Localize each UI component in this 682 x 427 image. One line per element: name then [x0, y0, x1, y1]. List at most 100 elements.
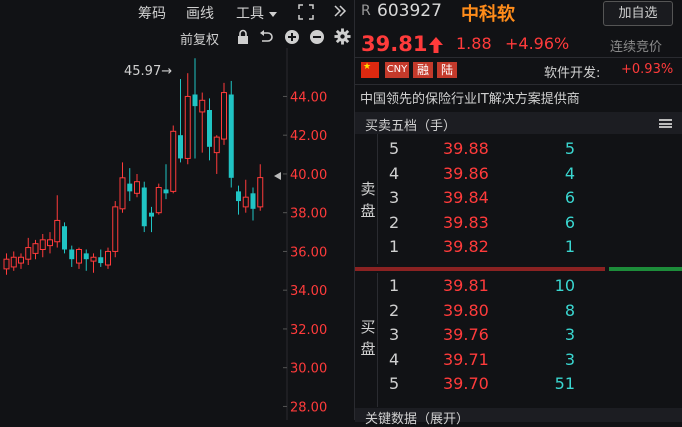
order-volume: 51	[554, 374, 575, 393]
undo-icon[interactable]	[258, 29, 274, 45]
buy-order-row[interactable]: 2 39.80 8	[355, 299, 682, 323]
tools-label: 工具	[236, 6, 264, 22]
candle-body[interactable]	[62, 226, 67, 250]
stock-connect-tag: 陆	[437, 62, 457, 78]
order-level: 4	[389, 163, 400, 183]
y-tick-label: 30.00	[290, 362, 327, 377]
candle-body[interactable]	[141, 187, 147, 227]
order-level: 2	[389, 212, 400, 232]
candle-body[interactable]	[54, 219, 61, 243]
candle-body[interactable]	[207, 110, 212, 147]
candle-body[interactable]	[184, 95, 191, 159]
candle-body[interactable]	[192, 94, 198, 107]
restore-rights-button[interactable]: 前复权	[180, 29, 219, 48]
draw-line-button[interactable]: 画线	[186, 3, 214, 23]
candle-body[interactable]	[250, 193, 256, 209]
order-level: 1	[389, 237, 400, 256]
candle-body[interactable]	[10, 256, 17, 268]
candle-body[interactable]	[18, 256, 24, 264]
candle-body[interactable]	[112, 206, 119, 252]
candle-body[interactable]	[105, 250, 111, 266]
expand-icon[interactable]	[297, 3, 315, 21]
chips-button[interactable]: 筹码	[138, 3, 166, 23]
sell-order-row[interactable]: 2 39.83 6	[355, 211, 682, 235]
candle-body[interactable]	[32, 243, 39, 254]
order-level: 1	[389, 276, 400, 295]
buy-order-row[interactable]: 4 39.71 3	[355, 348, 682, 372]
lock-icon[interactable]	[236, 29, 250, 45]
candle-body[interactable]	[213, 136, 220, 154]
kline-svg[interactable]: 44.00 42.00 40.00 38.00 36.00 34.00 32.00 30.00…	[0, 0, 353, 420]
high-price-label: 45.97→	[124, 64, 172, 79]
candle-body[interactable]	[90, 256, 97, 262]
orderbook-header[interactable]: 买卖五档（手）	[355, 112, 682, 134]
y-tick-label: 42.00	[290, 129, 327, 144]
sell-order-row[interactable]: 5 39.88 5	[355, 137, 682, 161]
order-level: 2	[389, 300, 400, 320]
candle-body[interactable]	[127, 183, 133, 192]
candle-body[interactable]	[76, 249, 82, 264]
candle-body[interactable]	[242, 196, 249, 208]
caret-down-icon	[269, 12, 278, 17]
order-volume: 8	[564, 300, 575, 320]
candle-body[interactable]	[178, 135, 183, 159]
order-volume: 5	[564, 139, 575, 158]
y-tick-label: 38.00	[290, 207, 327, 222]
order-volume: 6	[564, 188, 575, 207]
currency-tag: CNY	[385, 62, 409, 78]
order-level: 3	[389, 188, 400, 207]
candle-body[interactable]	[163, 189, 169, 194]
key-data-title: 关键数据（展开）	[365, 412, 470, 427]
candle-body[interactable]	[228, 94, 234, 178]
gear-icon[interactable]	[334, 28, 351, 45]
order-volume: 3	[564, 349, 575, 369]
kline-chart[interactable]: 44.00 42.00 40.00 38.00 36.00 34.00 32.00 30.00…	[0, 0, 353, 420]
menu-icon[interactable]	[659, 119, 672, 128]
current-price-marker	[274, 172, 281, 180]
collapse-panel-icon[interactable]	[332, 3, 348, 19]
y-tick-label: 32.00	[290, 323, 327, 338]
order-price: 39.76	[443, 325, 489, 344]
stock-prefix: R	[361, 3, 371, 19]
y-tick-label: 28.00	[290, 400, 327, 415]
candle-body[interactable]	[25, 247, 32, 260]
zoom-out-icon[interactable]	[309, 29, 325, 45]
candle-body[interactable]	[199, 99, 206, 113]
price-change: 1.88	[456, 34, 492, 53]
candle-body[interactable]	[83, 253, 89, 260]
candle-body[interactable]	[236, 191, 241, 202]
order-level: 5	[389, 139, 400, 158]
candle-body[interactable]	[221, 92, 227, 140]
buy-order-row[interactable]: 3 39.76 3	[355, 323, 682, 347]
candle-body[interactable]	[98, 257, 104, 264]
buy-order-row[interactable]: 1 39.81 10	[355, 274, 682, 298]
sell-order-row[interactable]: 3 39.84 6	[355, 186, 682, 210]
order-price: 39.71	[443, 349, 489, 369]
china-flag-icon: ★	[361, 62, 379, 78]
add-watchlist-button[interactable]: 加自选	[603, 1, 673, 26]
margin-trading-tag: 融	[413, 62, 433, 78]
stock-name: 中科软	[461, 4, 515, 25]
candle-body[interactable]	[155, 187, 162, 214]
sell-order-row[interactable]: 1 39.82 1	[355, 235, 682, 259]
candle-body[interactable]	[134, 181, 140, 194]
sell-ratio-bar	[609, 267, 682, 271]
buy-order-row[interactable]: 5 39.70 51	[355, 372, 682, 396]
candle-body[interactable]	[149, 212, 154, 217]
candle-body[interactable]	[3, 258, 10, 270]
order-level: 5	[389, 374, 400, 393]
sector-label[interactable]: 软件开发:	[544, 62, 600, 81]
order-price: 39.70	[443, 374, 489, 393]
candle-body[interactable]	[257, 177, 264, 208]
zoom-in-icon[interactable]	[284, 29, 300, 45]
tools-menu[interactable]: 工具	[236, 3, 278, 23]
quote-panel: R 603927 中科软 加自选 39.81 1.88 +4.96% 连续竞价 …	[355, 0, 682, 427]
candle-body[interactable]	[119, 177, 126, 210]
candle-body[interactable]	[69, 249, 75, 260]
sell-order-row[interactable]: 4 39.86 4	[355, 162, 682, 186]
candle-body[interactable]	[39, 239, 46, 250]
candle-body[interactable]	[47, 239, 53, 247]
y-tick-label: 34.00	[290, 284, 327, 299]
candle-body[interactable]	[170, 130, 177, 192]
arrow-up-icon	[429, 37, 443, 53]
